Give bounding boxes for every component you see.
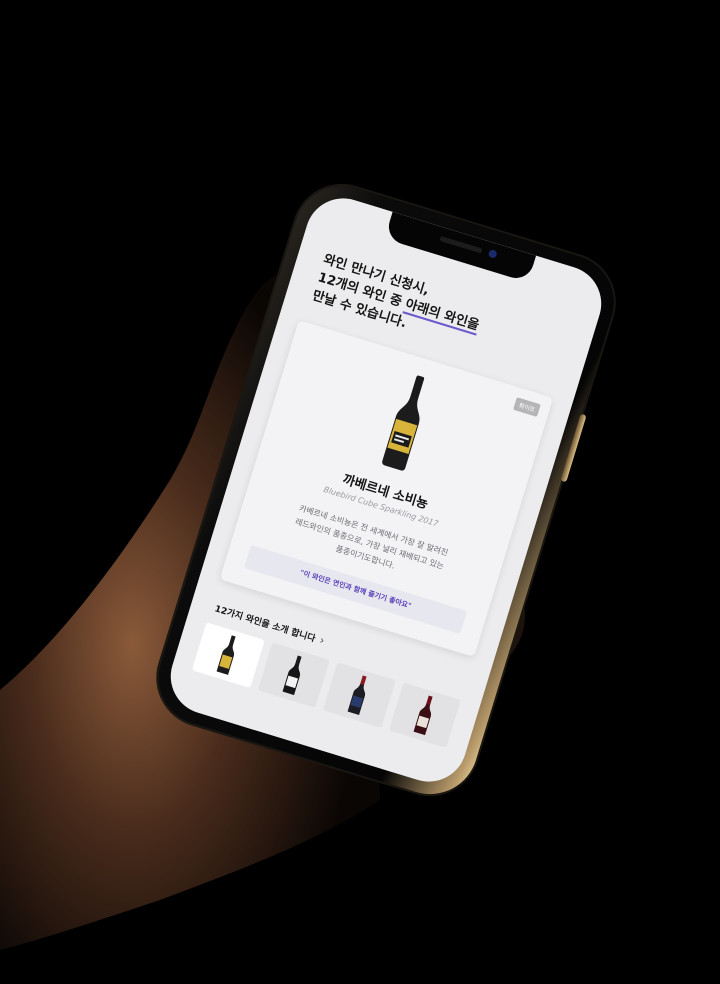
wine-thumbnail[interactable] [388,682,461,748]
wine-bottle-icon [282,655,302,695]
wine-thumbnail[interactable] [322,662,396,728]
wine-bottle-icon [382,375,425,471]
featured-wine-card[interactable]: 화이트 까베르네 소비뇽 Bluebird Cube Sparkling 201… [219,320,554,658]
wine-bottle-icon [216,635,236,675]
wine-bottle-icon [347,675,367,716]
wine-thumbnail[interactable] [257,642,330,708]
wine-bottle-icon [413,695,433,736]
chevron-right-icon: › [318,633,327,648]
front-camera [487,248,498,259]
wine-thumbnail[interactable] [191,622,265,688]
speaker [439,235,483,254]
scene: 와인 만나기 신청시, 12개의 와인 중 아래의 와인을 만날 수 있습니다.… [0,0,720,984]
